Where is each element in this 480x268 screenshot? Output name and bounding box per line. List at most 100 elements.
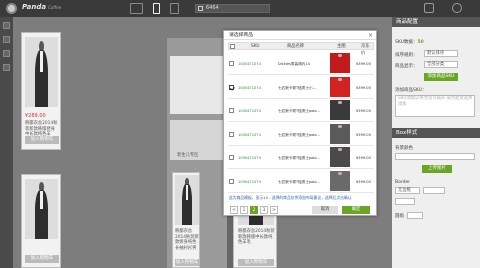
column-header: SKU (251, 44, 260, 49)
page-select[interactable]: 6464 (195, 4, 270, 13)
product-image (25, 37, 58, 107)
settings-icon[interactable] (424, 3, 434, 13)
sku-cell: 1000471074 (238, 132, 261, 137)
next-page-button[interactable]: > (270, 206, 278, 214)
border-label: Border (395, 180, 411, 185)
add-sku-button[interactable]: 添加商品SKU (424, 73, 458, 81)
logo: Panda Coffee (22, 3, 62, 11)
sku-cell: 1000471074 (238, 62, 261, 66)
add-to-cart-button[interactable]: 加入购物车 (175, 259, 199, 266)
product-name-cell: Dickies男装简约14 (278, 62, 310, 66)
price-cell: ¥399.00 (356, 109, 371, 113)
product-price: ¥289.00 (25, 113, 46, 119)
preview-icon[interactable] (452, 3, 462, 13)
product-thumbnail (330, 53, 350, 73)
add-sku-label: 添加商品SKU： (395, 88, 427, 93)
product-card: ¥289.00 韩都衣舍2014秋装新款韩版修身中长款纯色羊 加入购物车 (21, 32, 61, 150)
add-to-cart-button[interactable]: 加入购物车 (25, 255, 59, 263)
border-color-field[interactable] (395, 198, 415, 205)
logo-icon (6, 3, 17, 14)
add-to-cart-button[interactable]: 加入购物车 (25, 136, 59, 144)
banner-image (170, 56, 226, 114)
bg-color-field[interactable] (395, 153, 475, 160)
prev-page-button[interactable]: < (230, 206, 238, 214)
sort-label: 排序规则： (395, 53, 418, 58)
product-image (25, 179, 58, 239)
panel-header: 商品配置 (392, 17, 480, 27)
product-image (175, 175, 199, 225)
sort-select[interactable]: 默认排序 (424, 50, 458, 57)
select-all-checkbox[interactable] (230, 44, 235, 49)
row-checkbox[interactable] (229, 155, 234, 160)
radius-field[interactable] (407, 212, 423, 219)
page-button[interactable]: 1 (240, 206, 248, 214)
product-card: 韩都衣舍2014秋装新款修身纯色长袖衬衫男 加入购物车 (172, 172, 200, 268)
price-cell: ¥399.00 (356, 156, 371, 160)
confirm-button[interactable]: 确定 (342, 206, 370, 214)
dialog-title: 请选择商品 (224, 31, 376, 40)
product-name-cell: 七匹狼卡顿T恤男士polo... (278, 179, 320, 184)
product-thumbnail (330, 123, 350, 144)
module-icon[interactable] (3, 36, 10, 43)
product-name-cell: 七匹狼卡顿T恤男士小... (278, 85, 316, 90)
desktop-view-icon[interactable] (130, 3, 143, 14)
border-select[interactable]: 无边框 (395, 187, 420, 194)
table-row[interactable]: 1000471074 七匹狼卡顿T恤男士polo... ¥399.00 (228, 170, 374, 193)
tablet-view-icon[interactable] (170, 3, 179, 14)
product-thumbnail (330, 76, 350, 97)
row-checkbox[interactable] (229, 178, 234, 184)
row-checkbox[interactable] (229, 84, 234, 90)
row-checkbox[interactable] (229, 131, 234, 137)
product-card: 加入购物车 (21, 174, 61, 268)
product-name-cell: 七匹狼卡顿T恤男士polo... (278, 132, 320, 137)
price-cell: ¥399.00 (356, 62, 371, 66)
sku-cell: 1000471074 (238, 109, 261, 113)
sku-cell: 1000471074 (238, 156, 261, 160)
sku-cell: 1000471074 (238, 179, 261, 184)
border-width-field[interactable] (423, 187, 445, 194)
column-header: 主图 (337, 44, 346, 49)
sku-count-label: SKU数据：50 (395, 40, 424, 45)
close-icon[interactable]: × (368, 31, 373, 40)
select-product-dialog: 请选择商品 × SKU 商品名称 主图 京东价 1000471074 Dickie… (223, 30, 377, 216)
product-thumbnail (330, 170, 350, 191)
add-to-cart-button[interactable]: 加入购物车 (238, 259, 274, 266)
price-cell: ¥399.00 (356, 179, 371, 184)
page-button[interactable]: 3 (260, 206, 268, 214)
right-config-panel: 商品配置 SKU数据：50 排序规则： 默认排序 商品显示： 全部分类 添加商品… (392, 17, 480, 268)
add-sku-textarea[interactable]: SKU添加以英文逗号隔开 或点此处选择添加 (395, 95, 475, 117)
box-style-header: Box样式 (392, 128, 480, 138)
product-title: 韩都衣舍2014秋装新款韩版中长款纯色羊毛 (238, 229, 275, 245)
product-title: 韩都衣舍2014秋装新款修身纯色长袖衬衫男 (175, 229, 199, 251)
upload-image-button[interactable]: 上传图片 (422, 165, 452, 173)
page-select-icon (198, 6, 203, 11)
row-checkbox[interactable] (229, 108, 234, 113)
dialog-note: 此为商品模板，显示10 - 选择的商品仅供添加布局建议，选择后点击确认 (229, 195, 352, 200)
product-name-cell: 七匹狼卡顿T恤男士polo... (278, 156, 320, 160)
code-icon[interactable] (3, 64, 10, 71)
product-thumbnail (330, 147, 350, 167)
table-row[interactable]: 1000471074 七匹狼卡顿T恤男士polo... ¥399.00 (228, 99, 374, 122)
price-cell: ¥399.00 (356, 85, 371, 90)
cancel-button[interactable]: 取消 (312, 206, 338, 214)
mobile-view-icon[interactable] (153, 3, 160, 14)
table-header: SKU 商品名称 主图 京东价 (228, 42, 374, 56)
category-caption: 新生儿专区 (177, 153, 199, 158)
style-select[interactable]: 全部分类 (424, 61, 458, 68)
table-row[interactable]: 1000471074 七匹狼卡顿T恤男士polo... ¥399.00 (228, 123, 374, 146)
style-label: 商品显示： (395, 64, 418, 69)
sku-cell: 1000471074 (238, 85, 261, 90)
product-name-cell: 七匹狼卡顿T恤男士polo... (278, 109, 320, 113)
layout-icon[interactable] (3, 22, 10, 29)
table-row[interactable]: 1000471074 七匹狼卡顿T恤男士polo... ¥399.00 (228, 146, 374, 169)
bg-color-label: 背景颜色 (395, 146, 413, 151)
page-button[interactable]: 2 (250, 206, 258, 214)
table-row[interactable]: 1000471074 七匹狼卡顿T恤男士小... ¥399.00 (228, 76, 374, 99)
product-thumbnail (330, 100, 350, 120)
price-cell: ¥399.00 (356, 132, 371, 137)
table-row[interactable]: 1000471074 Dickies男装简约14 ¥399.00 (228, 52, 374, 75)
radius-label: 圆角 (395, 214, 404, 219)
image-icon[interactable] (3, 50, 10, 57)
row-checkbox[interactable] (229, 61, 234, 66)
column-header: 商品名称 (287, 44, 305, 49)
